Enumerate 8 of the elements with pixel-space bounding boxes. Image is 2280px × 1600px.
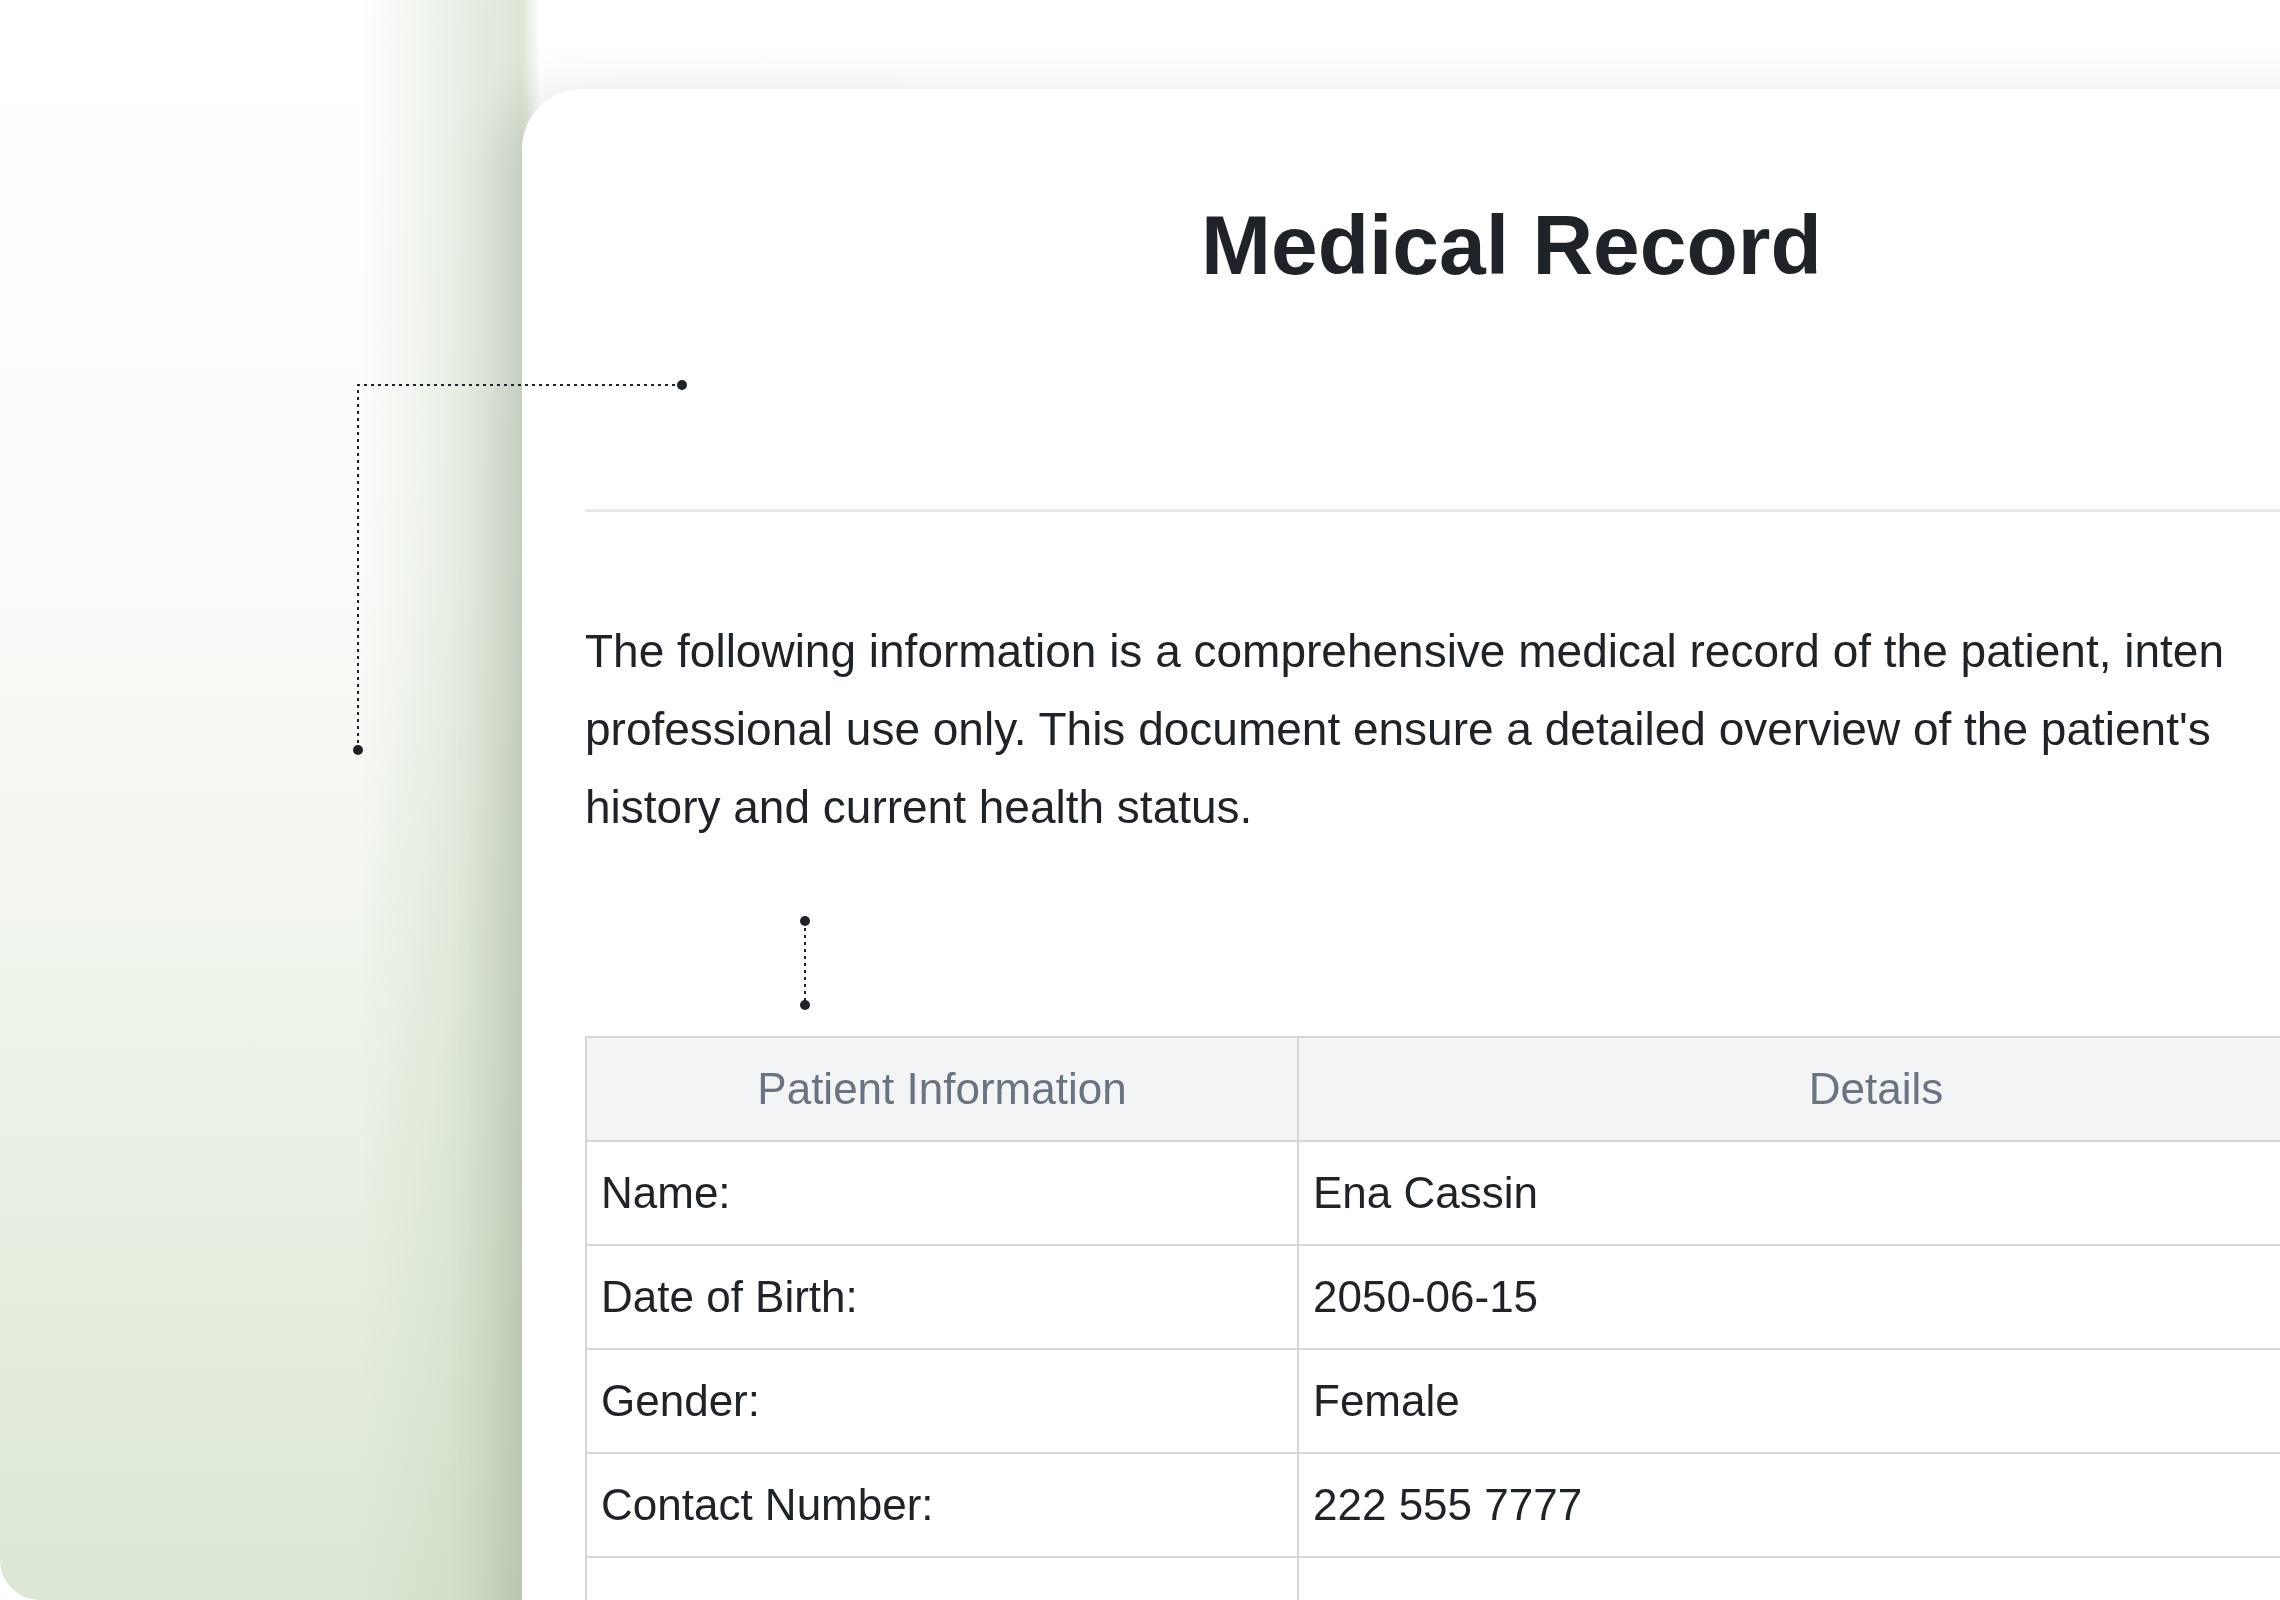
table-cell: Name:: [586, 1141, 1298, 1246]
column-header: Details: [1298, 1037, 2280, 1142]
column-header: Patient Information: [586, 1037, 1298, 1142]
document-title: Medical Record: [1201, 198, 1822, 292]
table-cell: Contact Number:: [586, 1453, 1298, 1558]
table-cell: Date of Birth:: [586, 1245, 1298, 1350]
intro-paragraph: The following information is a comprehensive medical record of the patient, inten professional use only. This document ensure a detailed overview of the patient's history and current health status.: [585, 624, 2225, 836]
table-cell: Gender:: [586, 1349, 1298, 1454]
